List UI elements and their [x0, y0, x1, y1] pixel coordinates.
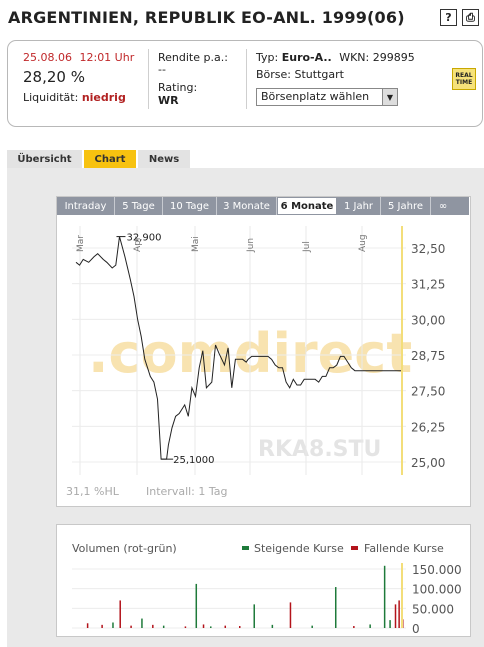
volume-bar — [112, 622, 114, 628]
volume-bar — [353, 626, 355, 628]
volume-y-axis: 150.000 100.000 50.000 0 — [412, 563, 462, 636]
volume-bar — [119, 600, 121, 628]
volume-tick-label: 100.000 — [412, 583, 462, 597]
volume-chart: Volumen (rot-grün) Steigende Kurse Falle… — [72, 542, 462, 636]
volume-tick-label: 50.000 — [412, 602, 454, 616]
volume-tick-label: 0 — [412, 622, 420, 636]
volume-bar — [162, 625, 165, 628]
volume-bar — [86, 623, 89, 628]
legend-up-swatch — [242, 546, 249, 550]
volume-grid — [72, 568, 406, 629]
volume-bar — [383, 565, 386, 628]
legend-down-label: Fallende Kurse — [364, 542, 444, 555]
volume-bar — [130, 625, 132, 628]
volume-bar — [101, 624, 103, 628]
volume-bars — [86, 565, 404, 628]
volume-bar — [398, 600, 400, 628]
volume-bar — [311, 625, 313, 628]
volume-bar — [224, 625, 227, 628]
legend-down-swatch — [351, 546, 358, 550]
volume-bar — [195, 583, 198, 628]
volume-bar — [271, 624, 274, 628]
volume-tick-label: 150.000 — [412, 563, 462, 577]
volume-title: Volumen (rot-grün) — [72, 542, 177, 555]
volume-bar — [141, 618, 143, 628]
volume-bar — [253, 604, 255, 628]
volume-bar — [239, 626, 241, 628]
volume-bar — [210, 626, 212, 628]
volume-bar — [202, 624, 205, 628]
volume-bar — [394, 604, 397, 628]
legend-up-label: Steigende Kurse — [254, 542, 344, 555]
volume-bar — [389, 620, 391, 628]
volume-bar — [369, 624, 371, 628]
volume-bar — [152, 624, 154, 628]
volume-bar — [289, 602, 292, 628]
volume-bar — [184, 626, 187, 628]
volume-bar — [334, 587, 337, 628]
